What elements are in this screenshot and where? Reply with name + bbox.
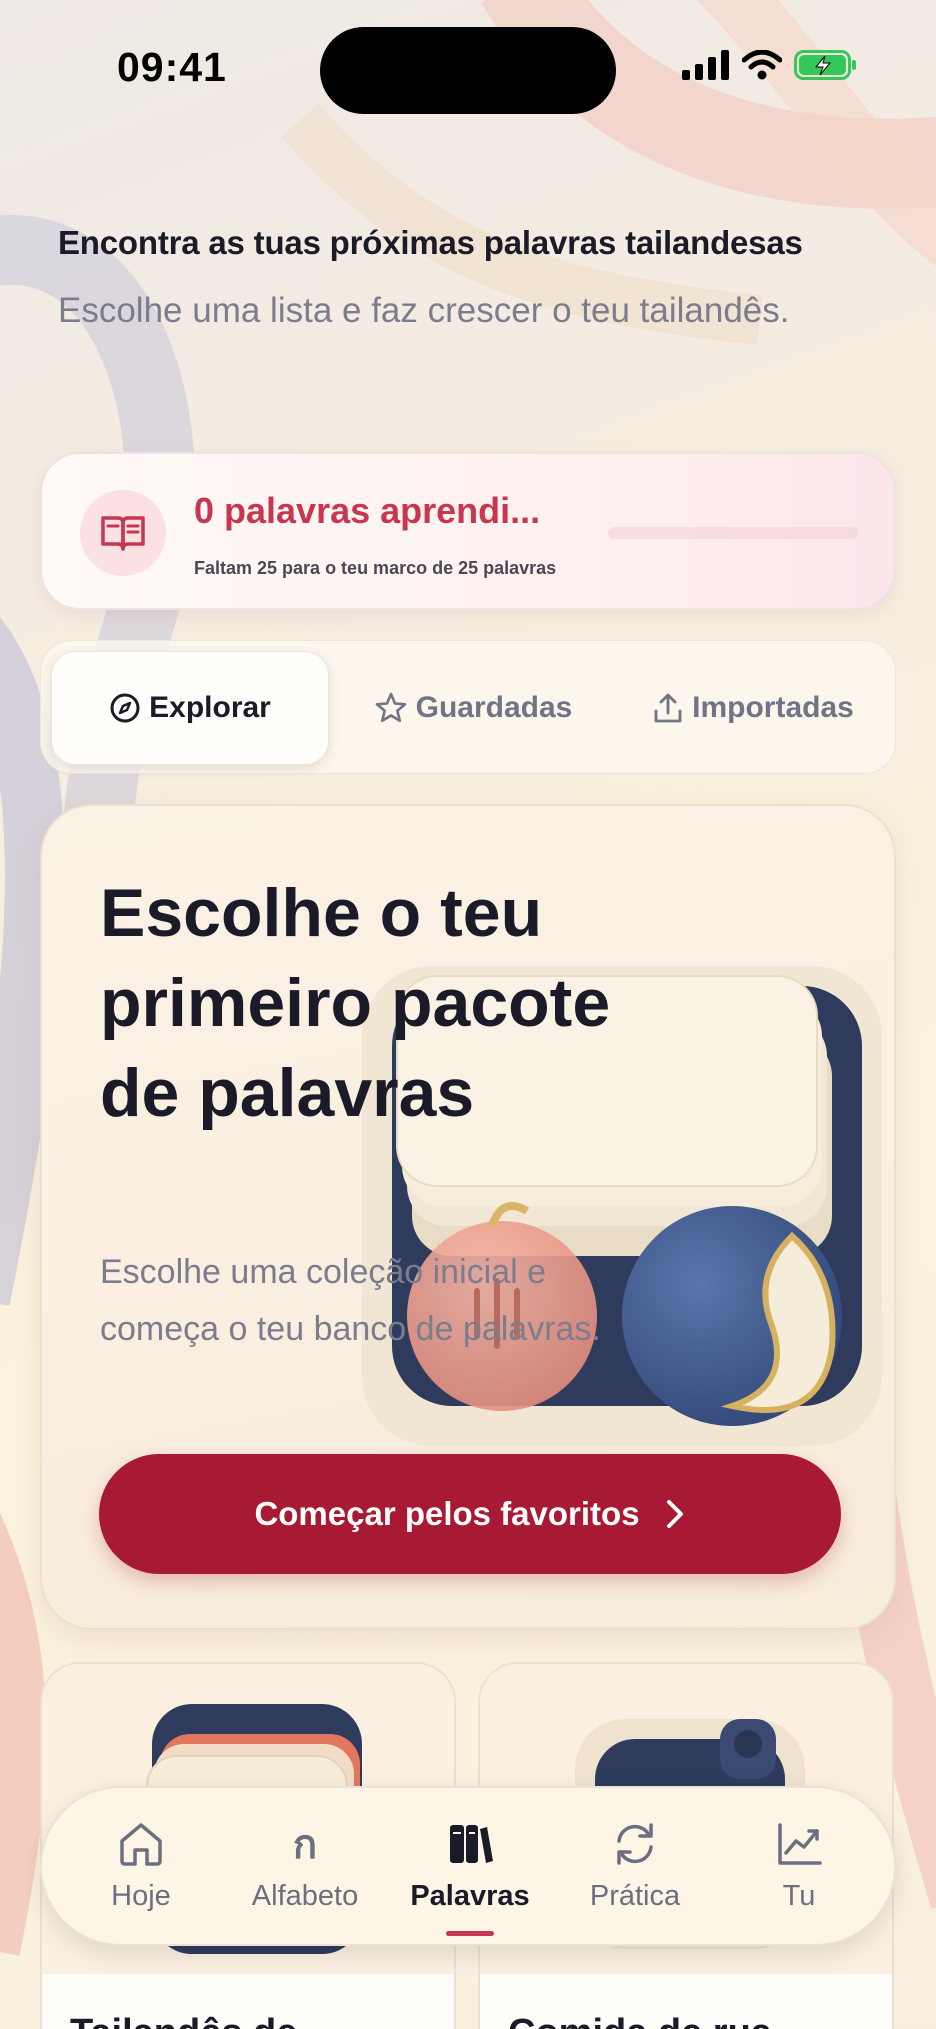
chart-icon <box>774 1816 824 1872</box>
compass-icon <box>110 693 140 723</box>
tab-explorar-label: Explorar <box>149 691 271 724</box>
nav-label-pratica: Prática <box>589 1880 681 1912</box>
nav-item-alfabeto[interactable]: ก Alfabeto <box>230 1816 380 1913</box>
collection-card-title: Comida de rua <box>508 2012 888 2029</box>
nav-label-tu: Tu <box>782 1880 816 1912</box>
nav-item-palavras[interactable]: Palavras <box>395 1816 545 1913</box>
tab-guardadas-label: Guardadas <box>415 691 573 724</box>
page-header: Encontra as tuas próximas palavras taila… <box>58 224 888 340</box>
tab-importadas[interactable]: Importadas <box>621 651 885 765</box>
words-progress-card[interactable]: 0 palavras aprendi... Faltam 25 para o t… <box>40 452 896 610</box>
chevron-right-icon <box>666 1500 683 1528</box>
open-book-icon <box>80 490 166 576</box>
cellular-signal-icon <box>682 50 729 80</box>
tab-importadas-label: Importadas <box>692 691 854 724</box>
nav-label-palavras: Palavras <box>410 1880 530 1912</box>
active-tab-indicator <box>446 1931 494 1936</box>
milestone-text: Faltam 25 para o teu marco de 25 palavra… <box>194 558 557 578</box>
words-learned-count: 0 palavras aprendi... <box>194 490 541 531</box>
nav-item-pratica[interactable]: Prática <box>560 1816 710 1913</box>
nav-item-hoje[interactable]: Hoje <box>66 1816 216 1913</box>
wifi-icon <box>742 50 782 80</box>
collection-card-title: Tailandês de <box>70 2012 450 2029</box>
books-icon <box>445 1816 495 1872</box>
refresh-icon <box>610 1816 660 1872</box>
start-with-favorites-button[interactable]: Começar pelos favoritos <box>99 1454 841 1574</box>
home-icon <box>116 1816 166 1872</box>
status-time: 09:41 <box>117 44 227 90</box>
nav-item-tu[interactable]: Tu <box>724 1816 874 1913</box>
tab-explorar[interactable]: Explorar <box>51 651 329 765</box>
tab-guardadas[interactable]: Guardadas <box>353 651 593 765</box>
bottom-navigation: Hoje ก Alfabeto Palavras Prática Tu <box>40 1786 896 1946</box>
collection-tabs: Explorar Guardadas Importadas <box>40 640 896 774</box>
starter-pack-hero-card: Escolhe o teu primeiro pacote de palavra… <box>40 804 896 1630</box>
nav-label-alfabeto: Alfabeto <box>251 1880 359 1912</box>
status-icons <box>682 50 858 80</box>
hero-title: Escolhe o teu primeiro pacote de palavra… <box>100 875 611 1131</box>
thai-letter-icon: ก <box>293 1816 317 1872</box>
dynamic-island <box>320 27 616 114</box>
star-icon <box>375 692 406 723</box>
milestone-progress-bar <box>608 527 858 539</box>
nav-label-hoje: Hoje <box>111 1880 171 1912</box>
battery-charging-icon <box>794 50 856 80</box>
thai-letter-glyph: ก <box>292 1822 318 1868</box>
status-bar: 09:41 <box>0 0 936 140</box>
page-subtitle: Escolhe uma lista e faz crescer o teu ta… <box>58 291 790 330</box>
upload-icon <box>654 693 682 723</box>
page-title: Encontra as tuas próximas palavras taila… <box>58 224 803 261</box>
hero-subtitle: Escolhe uma coleção inicial e começa o t… <box>100 1253 601 1348</box>
start-with-favorites-label: Começar pelos favoritos <box>254 1495 640 1532</box>
